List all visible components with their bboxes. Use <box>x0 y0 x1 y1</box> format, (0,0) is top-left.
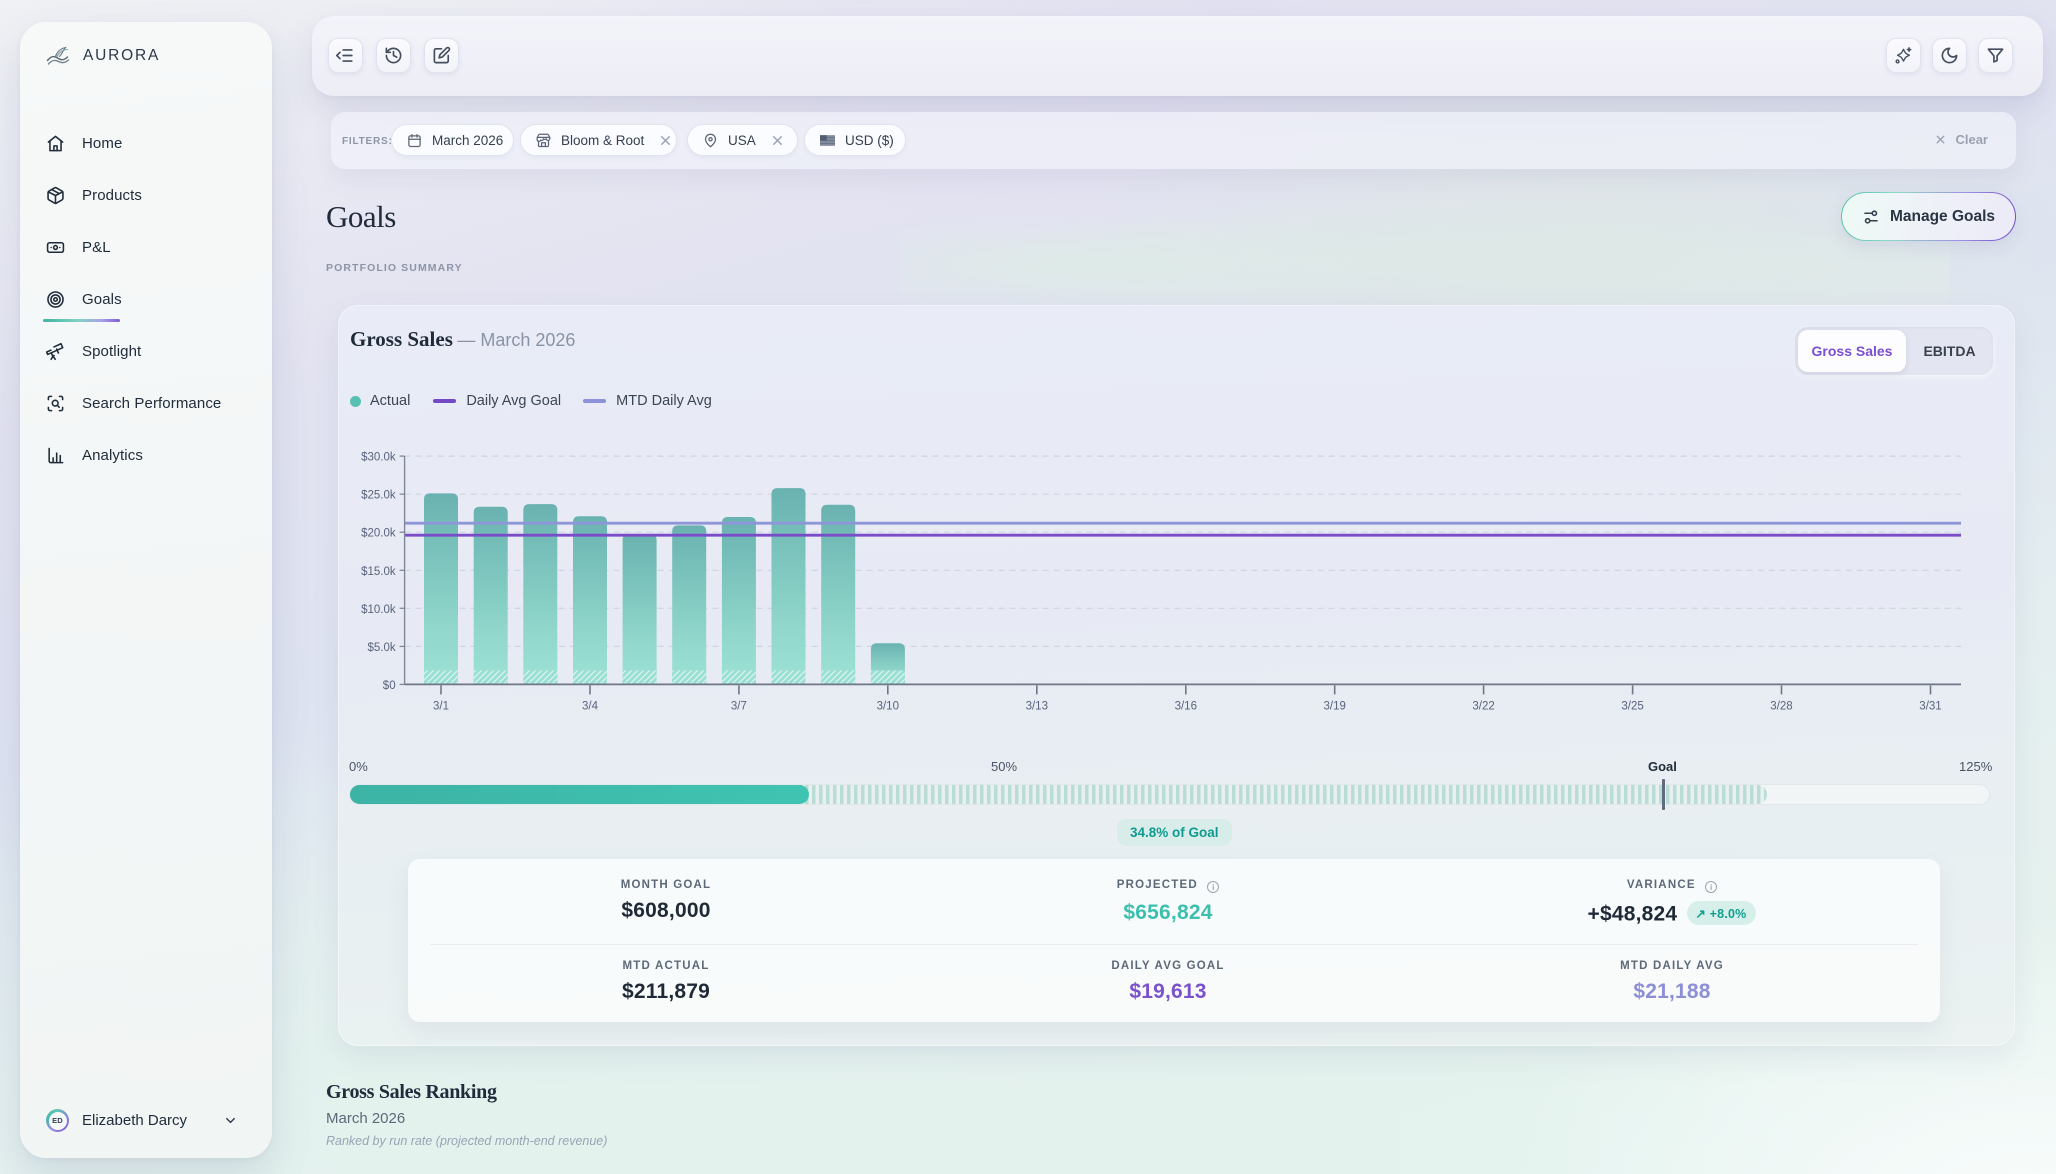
svg-text:3/1: 3/1 <box>433 700 449 712</box>
svg-text:$10.0k: $10.0k <box>361 604 396 616</box>
svg-text:3/25: 3/25 <box>1621 700 1643 712</box>
svg-text:3/7: 3/7 <box>731 700 747 712</box>
svg-text:3/4: 3/4 <box>582 700 599 712</box>
svg-text:$0: $0 <box>383 680 396 692</box>
svg-text:3/28: 3/28 <box>1770 700 1792 712</box>
svg-text:3/13: 3/13 <box>1026 700 1048 712</box>
svg-text:3/16: 3/16 <box>1175 700 1197 712</box>
svg-text:3/22: 3/22 <box>1472 700 1494 712</box>
svg-text:$30.0k: $30.0k <box>361 452 396 464</box>
svg-text:3/31: 3/31 <box>1919 700 1941 712</box>
svg-text:$20.0k: $20.0k <box>361 528 396 540</box>
svg-text:$25.0k: $25.0k <box>361 490 396 502</box>
svg-text:$15.0k: $15.0k <box>361 566 396 578</box>
svg-text:3/10: 3/10 <box>877 700 899 712</box>
svg-text:$5.0k: $5.0k <box>367 642 395 654</box>
svg-text:3/19: 3/19 <box>1324 700 1346 712</box>
